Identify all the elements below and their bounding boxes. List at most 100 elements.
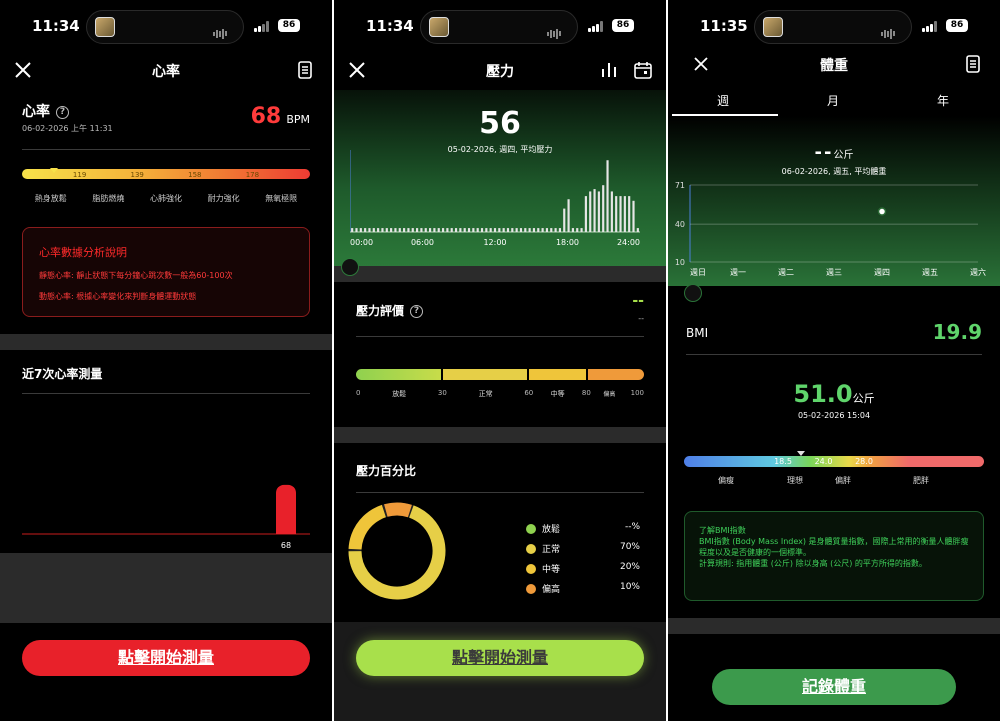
audio-wave-icon (881, 23, 899, 39)
signal-icon (922, 21, 938, 32)
section-separator (668, 618, 1000, 634)
stress-bar (377, 228, 380, 232)
weight-week-chart: 71 40 10 週日 週一 週二 週三 週四 週五 週六 (675, 181, 986, 277)
stress-bar (446, 228, 449, 232)
status-bar: 11:35 86 (668, 0, 1000, 50)
chart-value: -- (814, 142, 834, 163)
status-time: 11:34 (32, 17, 80, 35)
stress-bar (454, 228, 458, 232)
stress-bar (606, 160, 609, 232)
weight-data-point[interactable] (877, 207, 887, 216)
rating-title-text: 壓力評價 (356, 304, 405, 318)
scale-normal (442, 369, 528, 380)
scale-number: 30 (437, 389, 447, 397)
dynamic-island (86, 10, 244, 44)
zone-tick-label: 139 (130, 171, 144, 179)
help-icon[interactable]: ? (56, 105, 69, 119)
calendar-icon[interactable] (632, 59, 654, 81)
stress-bar (541, 228, 544, 232)
stress-bar (385, 228, 388, 232)
stress-bar (411, 228, 414, 232)
stress-bar (437, 228, 440, 232)
legend-dot (526, 524, 536, 534)
stress-bar (550, 228, 553, 232)
zone-tick-label: 119 (72, 171, 87, 179)
scale-word: 中等 (550, 390, 565, 398)
document-icon[interactable] (294, 59, 316, 81)
stress-bar (528, 228, 531, 232)
start-measure-button[interactable]: 點擊開始測量 (22, 640, 310, 676)
recent-title: 近7次心率測量 (22, 367, 103, 381)
bmi-zone-label: 肥胖 (913, 476, 929, 485)
x-tick-label: 週三 (826, 268, 842, 277)
info-line-definition: BMI指數 (Body Mass Index) 是身體質量指數，國際上常用的衡量… (699, 537, 969, 557)
stress-bar (502, 228, 505, 232)
scale-word: 偏高 (603, 391, 616, 398)
tab-year[interactable]: 年 (888, 92, 998, 109)
document-icon[interactable] (962, 53, 984, 75)
scale-medium (529, 369, 586, 380)
legend-dot (526, 564, 536, 574)
stress-bar (567, 199, 570, 232)
stress-bar (355, 228, 358, 232)
record-weight-button[interactable]: 記錄體重 (712, 669, 956, 705)
live-activity-app-icon (95, 17, 115, 37)
stress-bar (467, 228, 471, 232)
section-separator (0, 553, 332, 623)
stress-bar (398, 228, 401, 232)
section-separator (0, 334, 332, 350)
stress-bar (506, 228, 510, 232)
tab-indicator (672, 114, 778, 116)
stress-bar (593, 189, 596, 232)
stress-bar (576, 228, 579, 232)
bmi-label: BMI (686, 326, 709, 340)
zone-label: 無氧極限 (265, 194, 298, 203)
audio-wave-icon (547, 23, 565, 39)
divider (22, 149, 310, 150)
stress-bar (459, 228, 462, 232)
stress-bar (476, 228, 479, 232)
weight-readout: 51.0公斤 (668, 380, 1000, 408)
legend-value: 70% (619, 542, 640, 552)
zone-label: 心肺強化 (150, 194, 182, 203)
percent-title: 壓力百分比 (356, 464, 417, 478)
stress-timeline-chart: 00:00 06:00 12:00 18:00 24:00 (350, 150, 640, 247)
stress-bar (580, 228, 583, 232)
bmi-zone-label: 偏胖 (835, 476, 851, 485)
bmi-tick-label: 24.0 (814, 457, 833, 466)
info-line-formula: 計算規則: 指用體重 (公斤) 除以身高 (公尺) 的平方所得的指數。 (699, 559, 927, 568)
live-activity-app-icon (763, 17, 783, 37)
stress-bar (428, 228, 432, 232)
heart-rate-readout: 68 BPM (251, 104, 310, 129)
tab-week[interactable]: 週 (668, 92, 778, 109)
heart-rate-screen: 11:34 86 心率 心率? 06-02-2026 上午 11:31 68 B… (0, 0, 332, 721)
divider (356, 336, 644, 337)
chart-scroll-handle[interactable] (684, 284, 702, 302)
scale-high (587, 369, 644, 380)
chart-scroll-handle[interactable] (341, 258, 359, 276)
heart-rate-value: 68 (250, 104, 282, 129)
tab-month[interactable]: 月 (778, 92, 888, 109)
bar-chart-icon[interactable] (598, 59, 620, 81)
help-icon[interactable]: ? (410, 305, 424, 318)
chart-unit: 公斤 (833, 150, 854, 161)
header: 心率 (0, 50, 332, 90)
stress-bar (420, 228, 423, 232)
scale-relaxed (356, 369, 441, 380)
bmi-marker (797, 451, 805, 456)
stress-bar (498, 228, 501, 232)
legend-name: 偏高 (542, 585, 561, 595)
heart-rate-unit: BPM (286, 113, 310, 126)
stress-bar (485, 228, 488, 232)
time-axis-label: 06:00 (411, 238, 434, 247)
stress-bar (623, 196, 626, 232)
status-time: 11:35 (700, 17, 748, 35)
x-tick-label: 週六 (970, 267, 986, 277)
time-axis-label: 18:00 (556, 238, 579, 247)
weight-value: 51.0 (793, 380, 853, 408)
y-tick-label: 40 (675, 220, 685, 229)
start-measure-button[interactable]: 點擊開始測量 (356, 640, 644, 676)
legend-dot (526, 584, 536, 594)
stress-bar (584, 196, 587, 232)
stress-bar (615, 196, 618, 232)
